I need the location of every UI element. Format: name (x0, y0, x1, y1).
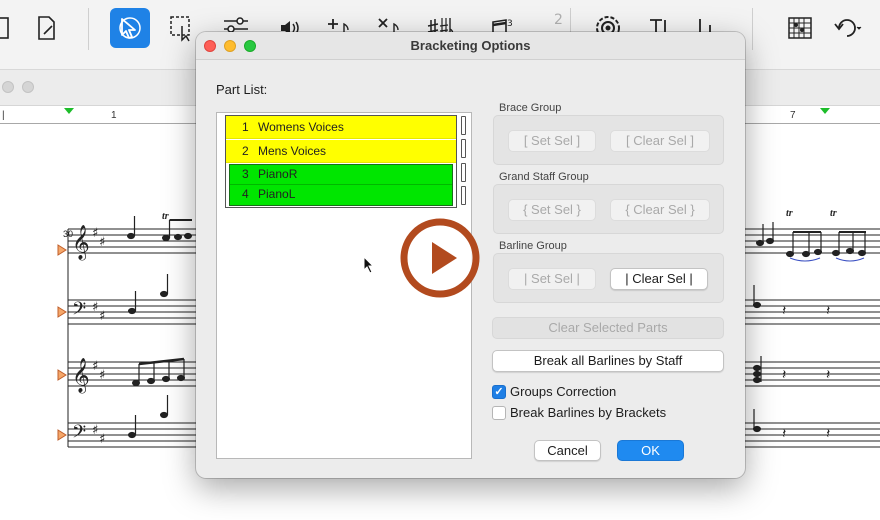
part-flags (57, 244, 67, 441)
part-number: 2 (242, 144, 249, 158)
window-close-button[interactable] (2, 81, 14, 93)
treble-clef-icon: 𝄞 (72, 358, 90, 394)
grand-staff-group-label: Grand Staff Group (499, 171, 589, 183)
barline-set-sel-button[interactable]: | Set Sel | (508, 268, 596, 290)
svg-text:♯: ♯ (99, 309, 105, 324)
grand-staff-clear-sel-button[interactable]: { Clear Sel } (610, 199, 710, 221)
grand-staff-set-sel-button[interactable]: { Set Sel } (508, 199, 596, 221)
svg-text:3: 3 (507, 19, 513, 29)
chord-grid-icon[interactable] (780, 8, 820, 48)
svg-text:𝄽: 𝄽 (782, 367, 786, 383)
svg-text:♯: ♯ (92, 300, 98, 315)
clefs: 𝄞 𝄢 𝄞 𝄢 (72, 225, 90, 447)
toolbar-separator (88, 8, 89, 50)
groups-correction-label: Groups Correction (510, 384, 617, 399)
barline-indicator (461, 186, 466, 205)
key-signatures: ♯♯ ♯♯ ♯♯ ♯♯ (92, 226, 105, 447)
break-barlines-by-brackets-checkbox[interactable] (492, 406, 506, 420)
part-name: PianoL (258, 187, 296, 201)
window-minimize-button[interactable] (22, 81, 34, 93)
ruler-tick: | (2, 110, 5, 121)
mouse-pointer-icon (363, 255, 375, 277)
bass-clef-icon: 𝄢 (72, 422, 86, 447)
part-row-pianor[interactable]: 3 PianoR (230, 165, 452, 185)
part-name: PianoR (258, 167, 298, 181)
treble-clef-icon: 𝄞 (72, 225, 90, 261)
break-all-barlines-button[interactable]: Break all Barlines by Staff (492, 350, 724, 372)
ruler-label: 7 (790, 110, 796, 121)
grand-staff-group-box: { Set Sel } { Clear Sel } (493, 184, 724, 234)
ruler-label: 1 (111, 110, 117, 121)
ruler-marker[interactable] (820, 108, 830, 114)
barline-indicator (461, 139, 466, 158)
page-number-indicator: 2 (554, 12, 563, 28)
dialog-title: Bracketing Options (410, 38, 531, 53)
barline-group-label: Barline Group (499, 240, 567, 252)
part-name: Mens Voices (258, 144, 327, 158)
cancel-button[interactable]: Cancel (534, 440, 601, 461)
part-number: 3 (242, 167, 249, 181)
bass-clef-icon: 𝄢 (72, 299, 86, 324)
svg-text:𝄽: 𝄽 (782, 303, 786, 319)
brace-bracket-group: 1 Womens Voices 2 Mens Voices 3 PianoR 4… (225, 115, 457, 208)
document-icon[interactable] (0, 8, 22, 48)
trill-ornament: tr (162, 211, 169, 222)
grand-staff-group: 3 PianoR 4 PianoL (229, 164, 453, 206)
part-name: Womens Voices (258, 120, 344, 134)
svg-text:𝄽: 𝄽 (826, 426, 830, 442)
barline-clear-sel-button[interactable]: | Clear Sel | (610, 268, 708, 290)
undo-icon[interactable] (826, 8, 866, 48)
brace-group-label: Brace Group (499, 102, 562, 114)
edit-document-icon[interactable] (26, 8, 66, 48)
selection-arrow-icon[interactable] (110, 8, 150, 48)
barline-indicator (461, 163, 466, 182)
dialog-titlebar: Bracketing Options (196, 32, 745, 60)
barline-indicator (461, 116, 466, 135)
ruler-marker[interactable] (64, 108, 74, 114)
play-button-icon[interactable] (400, 218, 480, 298)
brace-clear-sel-button[interactable]: [ Clear Sel ] (610, 130, 710, 152)
groups-correction-checkbox[interactable]: ✓ (492, 385, 506, 399)
part-number: 4 (242, 187, 249, 201)
part-row-womens-voices[interactable]: 1 Womens Voices (226, 116, 456, 139)
toolbar-separator (752, 8, 753, 50)
svg-text:𝄽: 𝄽 (826, 367, 830, 383)
svg-text:♯: ♯ (92, 423, 98, 438)
brace-group-box: [ Set Sel ] [ Clear Sel ] (493, 115, 724, 165)
svg-text:♯: ♯ (99, 432, 105, 447)
ok-button[interactable]: OK (617, 440, 684, 461)
svg-text:♯: ♯ (92, 226, 98, 241)
part-row-mens-voices[interactable]: 2 Mens Voices (226, 140, 456, 163)
svg-text:tr: tr (786, 208, 793, 219)
svg-text:♯: ♯ (99, 368, 105, 383)
svg-text:𝄽: 𝄽 (782, 426, 786, 442)
svg-text:♯: ♯ (99, 235, 105, 250)
svg-text:♯: ♯ (92, 359, 98, 374)
brace-set-sel-button[interactable]: [ Set Sel ] (508, 130, 596, 152)
part-list-label: Part List: (216, 82, 268, 97)
clear-selected-parts-button[interactable]: Clear Selected Parts (492, 317, 724, 339)
svg-text:tr: tr (830, 208, 837, 219)
part-number: 1 (242, 120, 249, 134)
barline-group-box: | Set Sel | | Clear Sel | (493, 253, 724, 303)
svg-text:𝄽: 𝄽 (826, 303, 830, 319)
break-barlines-by-brackets-label: Break Barlines by Brackets (510, 405, 667, 420)
part-row-pianol[interactable]: 4 PianoL (230, 185, 452, 205)
